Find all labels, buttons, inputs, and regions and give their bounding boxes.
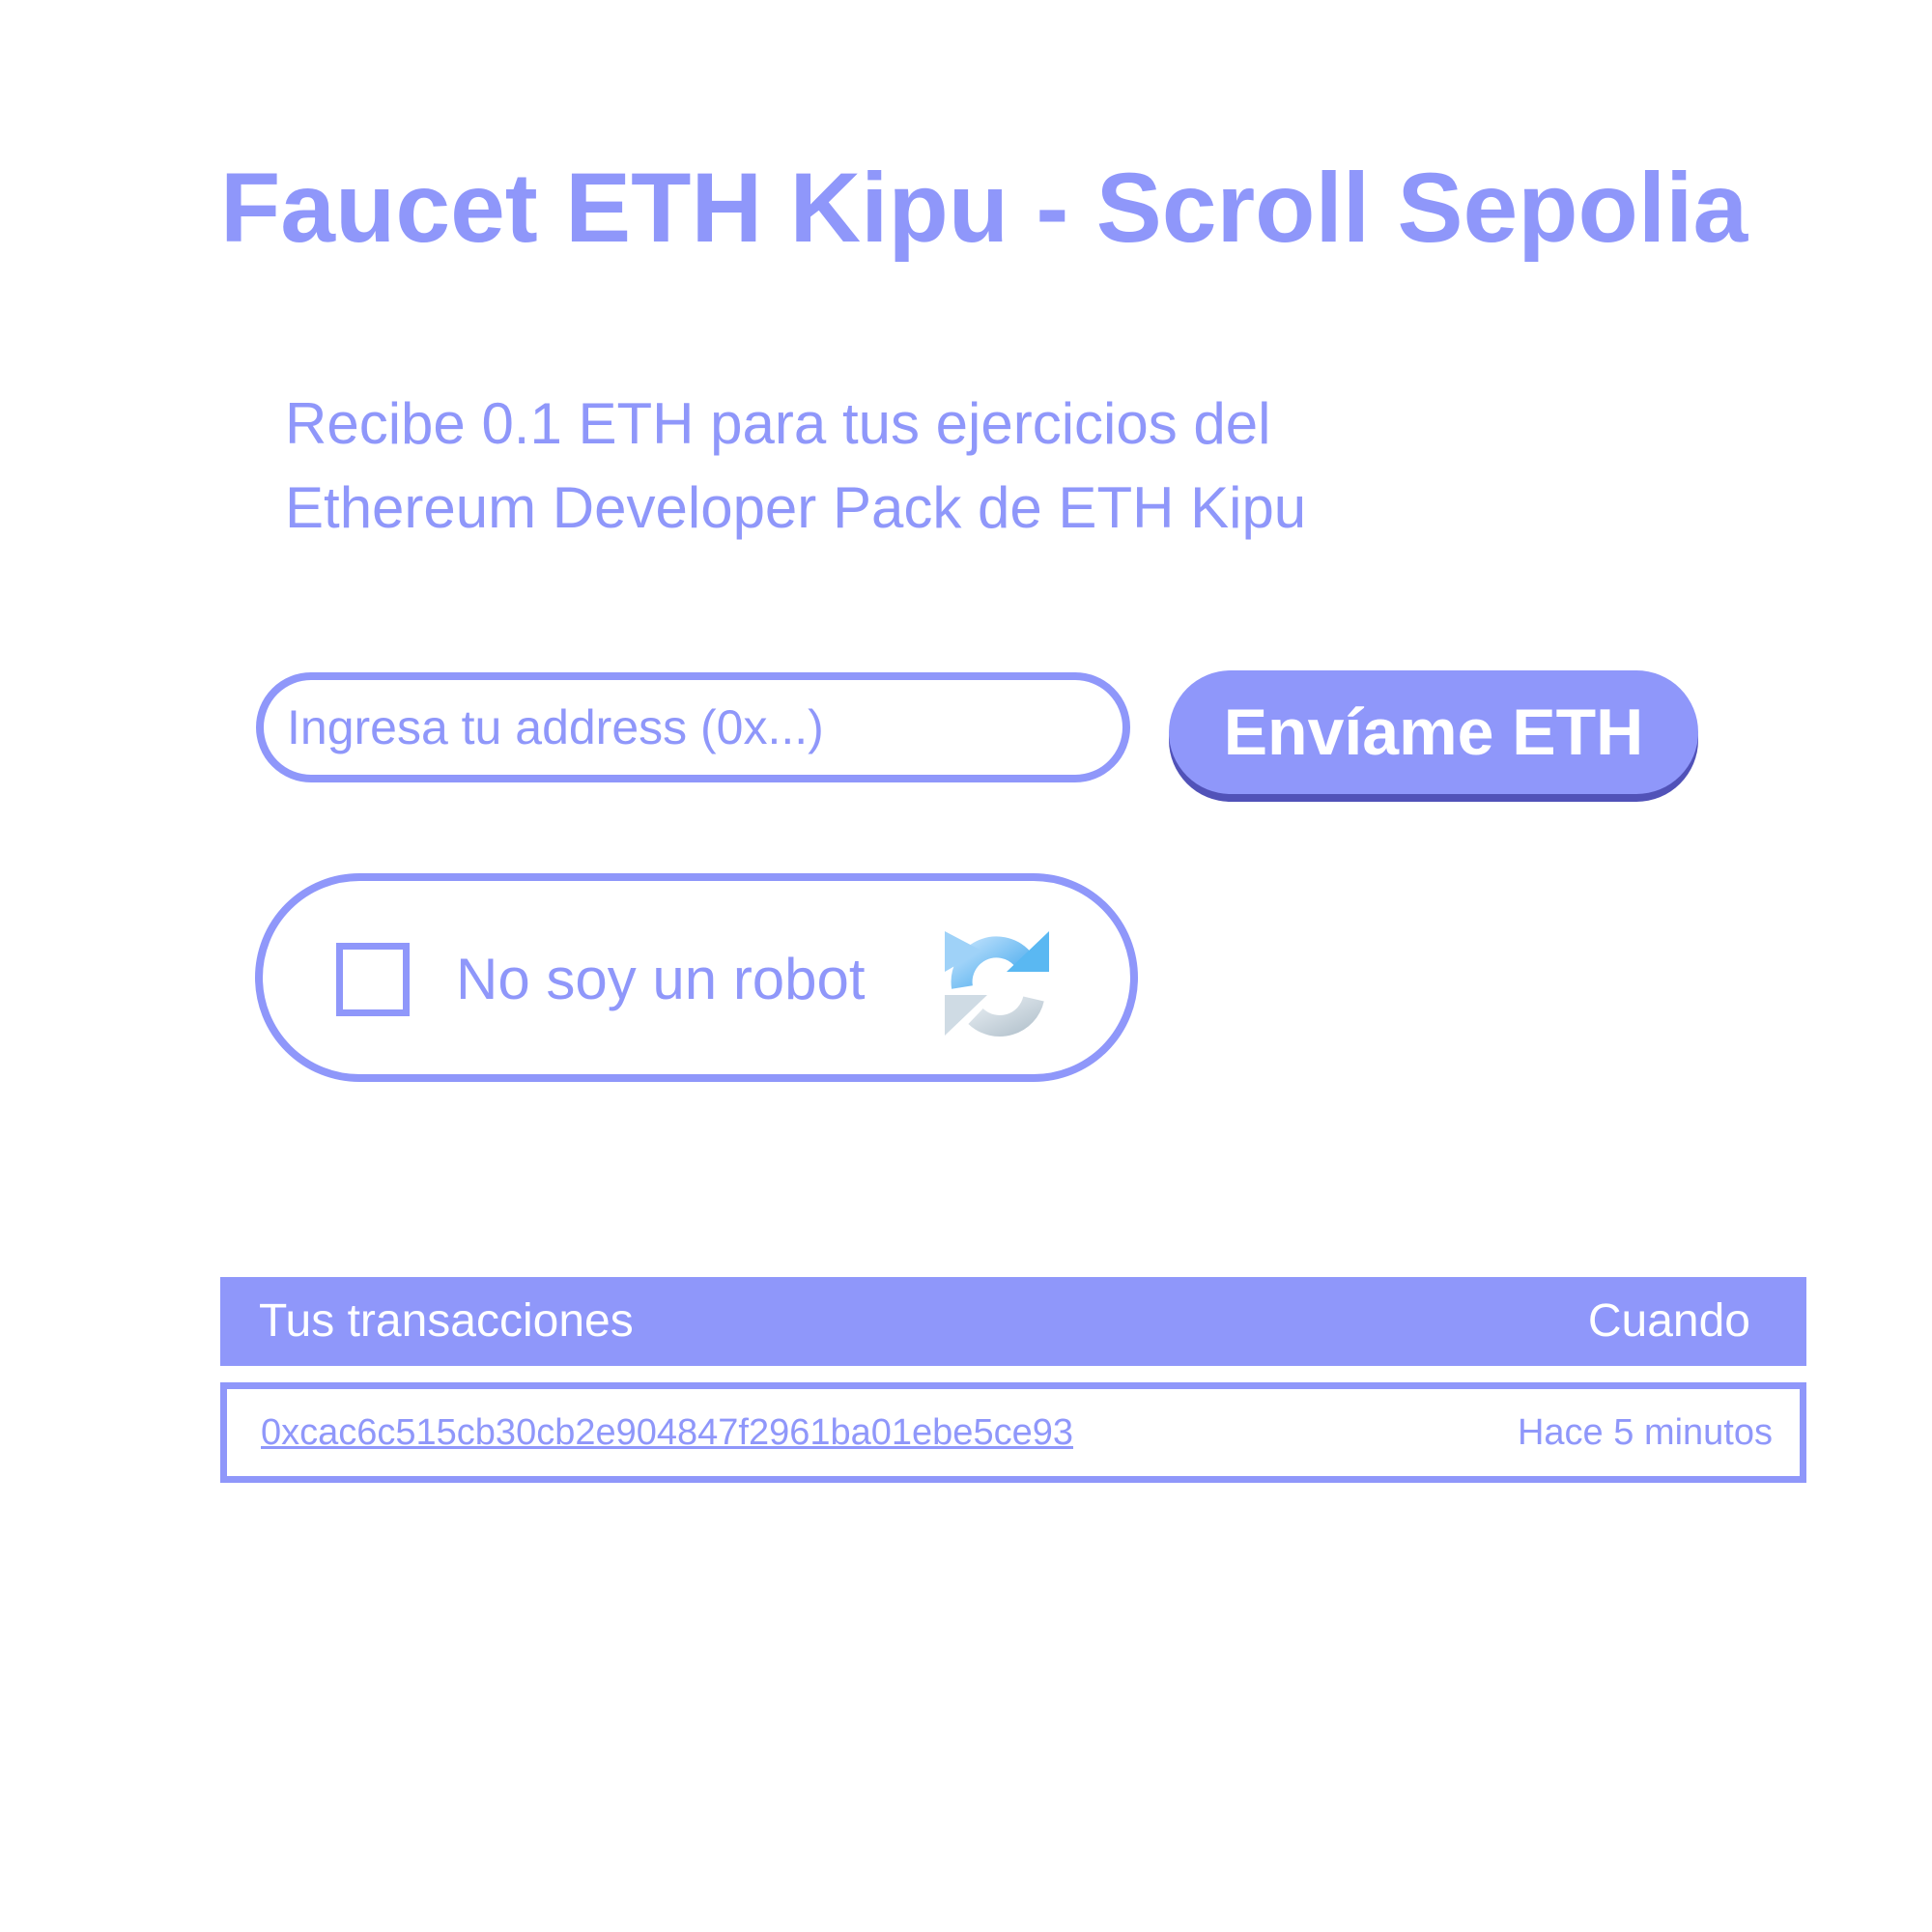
subtitle-line-1: Recibe 0.1 ETH para tus ejercicios del: [285, 391, 1271, 456]
recaptcha-icon: [945, 931, 1049, 1037]
captcha-label: No soy un robot: [456, 947, 866, 1011]
address-input[interactable]: [256, 672, 1130, 782]
page-subtitle: Recibe 0.1 ETH para tus ejercicios del E…: [285, 382, 1541, 550]
transactions-header: Tus transacciones Cuando: [220, 1277, 1806, 1366]
subtitle-line-2: Ethereum Developer Pack de ETH Kipu: [285, 475, 1307, 540]
captcha-widget: No soy un robot: [255, 873, 1138, 1082]
transactions-header-label: Tus transacciones: [259, 1295, 634, 1347]
table-row: 0xcac6c515cb30cb2e904847f2961ba01ebe5ce9…: [220, 1382, 1806, 1483]
transactions-header-when: Cuando: [1587, 1295, 1750, 1347]
transaction-time: Hace 5 minutos: [1517, 1412, 1773, 1453]
captcha-checkbox[interactable]: [336, 943, 410, 1016]
transaction-hash-link[interactable]: 0xcac6c515cb30cb2e904847f2961ba01ebe5ce9…: [261, 1389, 1073, 1476]
page-title: Faucet ETH Kipu - Scroll Sepolia: [220, 153, 1748, 263]
send-eth-button[interactable]: Envíame ETH: [1169, 670, 1698, 794]
